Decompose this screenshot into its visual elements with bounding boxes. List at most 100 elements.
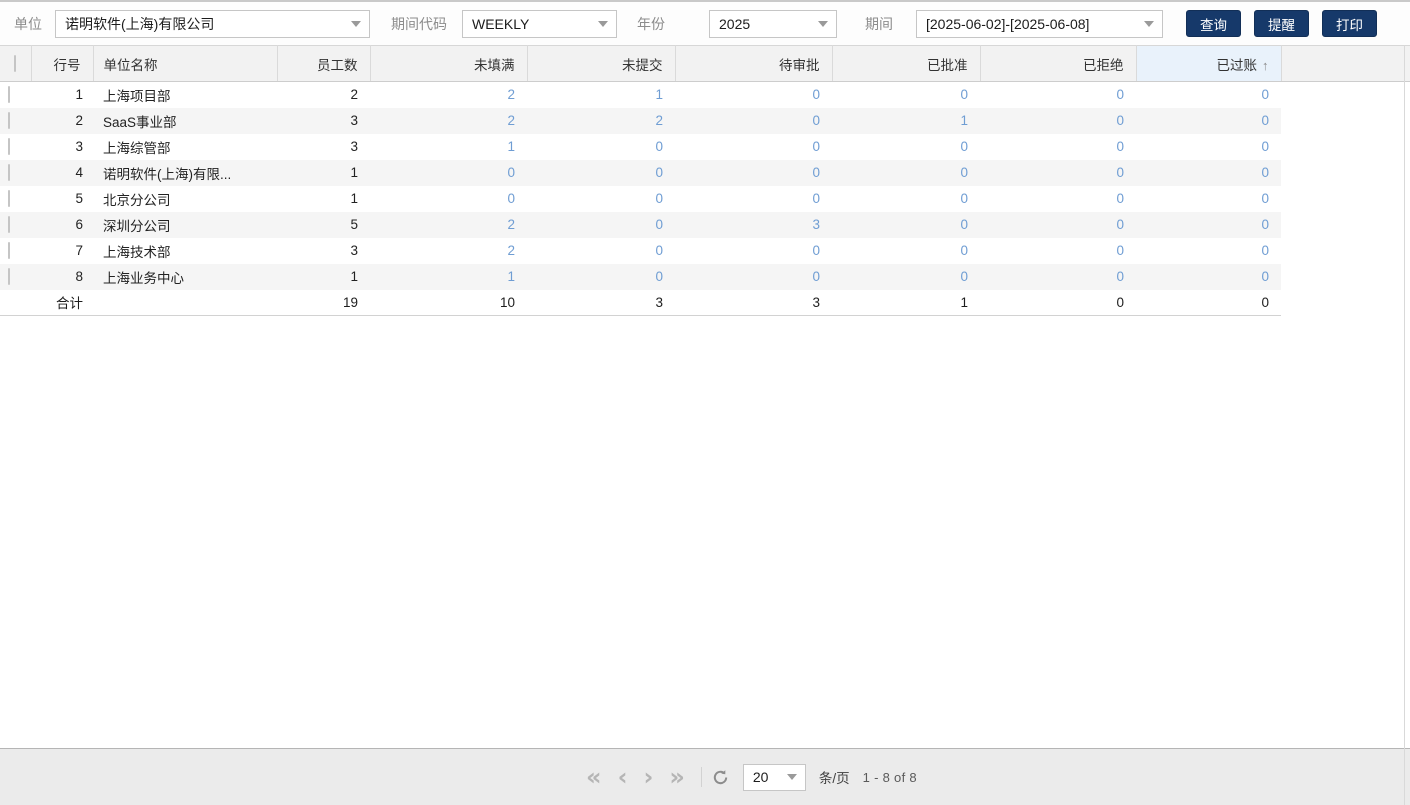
unfilled-count-link[interactable]: 0 [370,186,527,212]
pending-count-link[interactable]: 0 [675,263,832,290]
select-all-checkbox[interactable] [14,55,17,72]
year-select[interactable]: 2025 [709,9,837,38]
unfilled-count-link[interactable]: 2 [370,211,527,238]
header-filler-cell [1281,45,1410,82]
row-checkbox[interactable] [8,190,10,207]
total-pending-cell: 3 [675,289,832,316]
print-button[interactable]: 打印 [1322,10,1377,37]
row-checkbox[interactable] [8,216,10,233]
table-row: 6 深圳分公司 5 2 0 3 0 0 0 [0,211,1410,238]
next-page-button[interactable]: › [643,765,653,789]
posted-count-link[interactable]: 0 [1136,238,1281,264]
row-checkbox[interactable] [8,138,10,155]
pending-count-link[interactable]: 0 [675,186,832,212]
unsubmitted-count-link[interactable]: 0 [527,263,675,290]
unfilled-count-link[interactable]: 2 [370,107,527,134]
row-checkbox[interactable] [8,242,10,259]
column-header-rejected[interactable]: 已拒绝 [980,45,1137,82]
rejected-count-link[interactable]: 0 [980,134,1136,160]
rejected-count-link[interactable]: 0 [980,107,1136,134]
chevron-down-icon [818,20,828,27]
unsubmitted-count-link[interactable]: 0 [527,211,675,238]
row-checkbox[interactable] [8,86,10,104]
column-header-posted[interactable]: 已过账 ↑ [1136,45,1282,82]
unsubmitted-count-link[interactable]: 1 [527,82,675,108]
unfilled-count-link[interactable]: 2 [370,238,527,264]
filter-toolbar: 单位 诺明软件(上海)有限公司 期间代码 WEEKLY 年份 2025 期间 [… [0,0,1410,45]
posted-count-link[interactable]: 0 [1136,134,1281,160]
page-size-value: 20 [752,769,769,785]
remind-button[interactable]: 提醒 [1254,10,1309,37]
unfilled-count-link[interactable]: 1 [370,134,527,160]
column-header-unit-name[interactable]: 单位名称 [93,45,278,82]
row-checkbox-cell [0,107,31,134]
total-filler-cell [1281,289,1410,316]
unsubmitted-count-link[interactable]: 0 [527,238,675,264]
employees-cell: 3 [277,107,370,134]
pending-count-link[interactable]: 3 [675,211,832,238]
rejected-count-link[interactable]: 0 [980,211,1136,238]
pending-count-link[interactable]: 0 [675,107,832,134]
period-code-select[interactable]: WEEKLY [462,9,617,38]
column-header-approved[interactable]: 已批准 [832,45,981,82]
pending-count-link[interactable]: 0 [675,82,832,108]
rejected-count-link[interactable]: 0 [980,82,1136,108]
rejected-count-link[interactable]: 0 [980,263,1136,290]
posted-count-link[interactable]: 0 [1136,211,1281,238]
rejected-count-link[interactable]: 0 [980,186,1136,212]
unfilled-count-link[interactable]: 1 [370,263,527,290]
approved-count-link[interactable]: 0 [832,186,980,212]
approved-count-link[interactable]: 0 [832,134,980,160]
page-size-label: 条/页 [818,771,850,786]
approved-count-link[interactable]: 0 [832,82,980,108]
row-number-cell: 3 [75,139,83,154]
previous-page-button[interactable]: ‹ [618,765,628,789]
unsubmitted-count-link[interactable]: 0 [527,186,675,212]
query-button[interactable]: 查询 [1186,10,1241,37]
pending-count-link[interactable]: 0 [675,134,832,160]
unsubmitted-count-link[interactable]: 0 [527,159,675,186]
total-posted-cell: 0 [1136,289,1281,316]
row-checkbox[interactable] [8,164,10,181]
pager-divider [700,767,702,787]
first-page-button[interactable]: « [586,765,602,789]
unit-name-cell: 上海业务中心 [93,263,277,290]
approved-count-link[interactable]: 0 [832,159,980,186]
row-checkbox[interactable] [8,112,10,129]
rejected-count-link[interactable]: 0 [980,238,1136,264]
unit-select[interactable]: 诺明软件(上海)有限公司 [55,9,370,38]
row-checkbox[interactable] [8,268,10,285]
column-header-unsubmitted[interactable]: 未提交 [527,45,676,82]
pending-count-link[interactable]: 0 [675,159,832,186]
column-header-unfilled[interactable]: 未填满 [370,45,528,82]
posted-count-link[interactable]: 0 [1136,107,1281,134]
refresh-icon[interactable] [712,769,729,786]
approved-count-link[interactable]: 0 [832,263,980,290]
page-size-select[interactable]: 20 [742,763,806,791]
unsubmitted-count-link[interactable]: 0 [527,134,675,160]
pending-count-link[interactable]: 0 [675,238,832,264]
approved-count-link[interactable]: 0 [832,238,980,264]
sort-ascending-icon: ↑ [1262,57,1269,73]
unsubmitted-count-link[interactable]: 2 [527,107,675,134]
rejected-count-link[interactable]: 0 [980,159,1136,186]
approved-count-link[interactable]: 1 [832,107,980,134]
posted-count-link[interactable]: 0 [1136,186,1281,212]
posted-count-link[interactable]: 0 [1136,263,1281,290]
unfilled-count-link[interactable]: 0 [370,159,527,186]
table-row: 2 SaaS事业部 3 2 2 0 1 0 0 [0,107,1410,134]
posted-count-link[interactable]: 0 [1136,159,1281,186]
last-page-button[interactable]: » [669,765,685,789]
unfilled-count-link[interactable]: 2 [370,82,527,108]
approved-count-link[interactable]: 0 [832,211,980,238]
row-filler-cell [1281,108,1410,134]
column-header-employees[interactable]: 员工数 [277,45,371,82]
employees-cell: 1 [277,159,370,186]
total-checkbox-cell [0,289,31,316]
scrollbar-track[interactable] [1404,45,1405,805]
column-header-pending-approval[interactable]: 待审批 [675,45,833,82]
posted-count-link[interactable]: 0 [1136,82,1281,108]
table-header-row: 行号 单位名称 员工数 未填满 未提交 待审批 已批准 已拒绝 已过账 ↑ [0,45,1410,82]
column-header-row-no[interactable]: 行号 [31,45,94,82]
period-select[interactable]: [2025-06-02]-[2025-06-08] [916,9,1163,38]
